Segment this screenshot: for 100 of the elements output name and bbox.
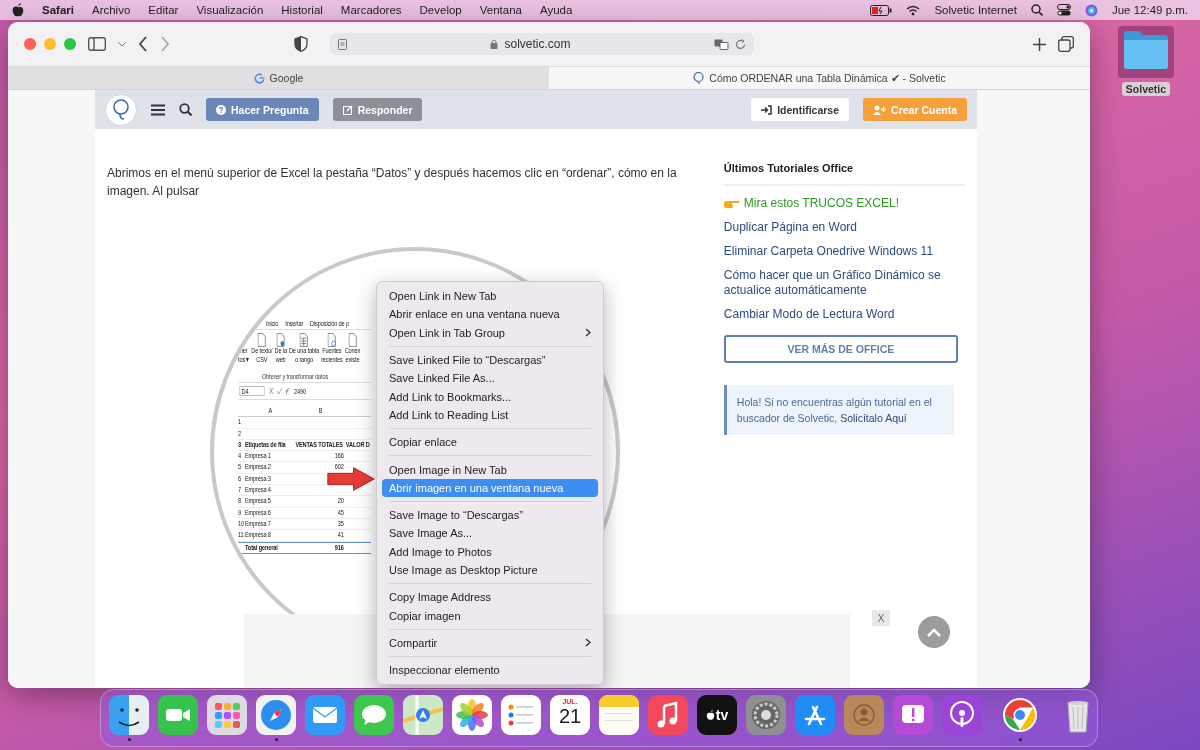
tab-overview-icon[interactable] <box>1058 36 1074 52</box>
request-link[interactable]: Solicítalo Aquí <box>840 412 907 424</box>
face-icon[interactable] <box>109 695 149 735</box>
login-button[interactable]: Identificarse <box>751 98 850 121</box>
reload-icon[interactable] <box>735 38 746 50</box>
ribbon-button[interactable]: De la web <box>274 333 287 372</box>
page-icon <box>338 38 347 50</box>
ribbon-button[interactable]: De una tabla o rango <box>288 333 320 372</box>
tutorial-link[interactable]: Cómo hacer que un Gráfico Dinámico se actualice automáticamente <box>723 268 965 298</box>
flower-icon[interactable] <box>452 695 492 735</box>
address-field[interactable]: solvetic.com <box>330 33 754 55</box>
table-cell: Etiquetas de fila <box>245 439 286 449</box>
menu-item[interactable]: Open Link in New Tab <box>382 287 598 306</box>
folder-icon[interactable] <box>1118 26 1174 78</box>
tutorial-link[interactable]: Eliminar Carpeta Onedrive Windows 11 <box>723 244 965 259</box>
ribbon-button[interactable]: Fuentes recientes <box>321 333 343 372</box>
more-button[interactable]: VER MÁS DE OFFICE <box>723 335 958 363</box>
exclamation-icon[interactable] <box>893 695 933 735</box>
compass-icon[interactable] <box>256 695 296 735</box>
toggles-icon[interactable] <box>1056 4 1071 16</box>
menu-item[interactable]: Inspeccionar elemento <box>382 661 598 680</box>
shield-icon[interactable] <box>294 36 308 52</box>
menu-item[interactable]: Copiar enlace <box>382 433 598 452</box>
speech-bubble-icon[interactable] <box>354 695 394 735</box>
close-button[interactable] <box>24 38 36 50</box>
menu-item[interactable]: Ayuda <box>540 4 573 16</box>
ribbon-button[interactable]: Conex existe <box>344 333 361 372</box>
menu-item[interactable]: Visualización <box>196 4 264 16</box>
menu-item[interactable]: Add Link to Reading List <box>382 405 598 425</box>
menu-item[interactable]: Open Image in New Tab <box>382 460 598 479</box>
app-grid-icon[interactable] <box>207 695 247 735</box>
battery-icon[interactable] <box>870 4 893 16</box>
menu-icon[interactable] <box>151 103 165 116</box>
music-note-icon[interactable] <box>648 695 688 735</box>
ribbon-tab[interactable]: Insertar <box>285 318 304 328</box>
ribbon-tab[interactable]: Inicio <box>266 318 279 328</box>
browser-icon[interactable] <box>1000 695 1040 735</box>
menu-item[interactable]: Marcadores <box>340 4 402 16</box>
menu-item[interactable]: Save Linked File to “Descargas” <box>382 350 598 370</box>
menu-item[interactable]: Add Link to Bookmarks... <box>382 387 598 406</box>
tutorial-link[interactable]: Duplicar Página en Word <box>723 220 965 235</box>
tutorial-link[interactable]: Mira estos TRUCOS EXCEL! <box>723 196 965 211</box>
video-camera-icon[interactable] <box>158 695 198 735</box>
row-number: 7 <box>238 485 241 495</box>
network-name[interactable]: Solvetic Internet <box>934 4 1017 16</box>
translate-icon[interactable] <box>714 38 729 50</box>
tv-icon[interactable]: tv <box>697 695 737 735</box>
search-icon[interactable] <box>179 103 192 116</box>
gear-icon[interactable] <box>746 695 786 735</box>
folder-label[interactable]: Solvetic <box>1121 82 1171 96</box>
table-cell: 45 <box>337 507 344 517</box>
menu-item[interactable]: Editar <box>148 4 179 16</box>
menu-item[interactable]: Archivo <box>91 4 131 16</box>
checklist-icon[interactable] <box>501 695 541 735</box>
menu-item[interactable]: Abrir enlace en una ventana nueva <box>382 305 598 324</box>
ask-button[interactable]: Hacer Pregunta <box>206 98 319 121</box>
menu-item[interactable]: Use Image as Desktop Picture <box>382 560 598 580</box>
ribbon-button[interactable]: De texto/ CSV <box>251 333 273 372</box>
table-icon <box>299 333 309 347</box>
site-logo[interactable] <box>105 93 137 126</box>
apple-logo-icon[interactable] <box>12 3 24 17</box>
sidebar-icon[interactable] <box>88 37 106 51</box>
formula-field[interactable]: 2490 <box>294 386 306 396</box>
app-store-icon[interactable] <box>795 695 835 735</box>
app-menu[interactable]: Safari <box>42 4 74 16</box>
menu-item[interactable]: Add Image to Photos <box>382 542 598 561</box>
map-icon[interactable] <box>403 695 443 735</box>
table-cell: Empresa 3 <box>245 473 271 483</box>
row-number: 8 <box>238 496 241 506</box>
plus-icon[interactable] <box>1033 37 1046 51</box>
browser-tab[interactable]: Google <box>8 67 549 89</box>
menu-item[interactable]: Ventana <box>479 4 522 16</box>
clock[interactable]: Jue 12:49 p.m. <box>1111 4 1188 16</box>
row-number: 10 <box>238 518 244 528</box>
close-ad-button[interactable]: X <box>872 610 890 626</box>
chevron-down-icon[interactable] <box>118 41 126 47</box>
name-box[interactable]: D4 <box>239 386 265 396</box>
back-icon[interactable] <box>138 36 148 52</box>
orb-icon[interactable] <box>1084 3 1098 17</box>
menu-item[interactable]: Historial <box>281 4 323 16</box>
article-paragraph: Abrimos en el menú superior de Excel la pestaña “Datos” y después hacemos clic en “ordenar”, cómo en la imagen. Al pulsar <box>107 165 678 200</box>
envelope-icon[interactable] <box>305 695 345 735</box>
notepad-icon[interactable] <box>599 695 639 735</box>
menu-item[interactable]: Develop <box>419 4 462 16</box>
tutorial-link[interactable]: Cambiar Modo de Lectura Word <box>723 307 965 322</box>
table-cell: Empresa 4 <box>245 485 271 495</box>
menu-item[interactable]: Copy Image Address <box>382 588 598 607</box>
menu-item[interactable]: Save Image to “Descargas” <box>382 505 598 525</box>
menu-item[interactable]: Save Linked File As... <box>382 369 598 388</box>
menu-item[interactable]: Compartir <box>382 633 598 653</box>
search-icon[interactable] <box>1030 4 1043 16</box>
wifi-icon[interactable] <box>906 4 921 16</box>
ribbon-tab[interactable]: Disposición de p <box>310 318 349 328</box>
podcast-icon[interactable] <box>942 695 982 735</box>
menu-item[interactable]: Save Image As... <box>382 524 598 543</box>
menu-item[interactable]: Copiar imagen <box>382 606 598 625</box>
chevron-right-icon <box>585 638 591 648</box>
g-logo-icon <box>253 72 265 84</box>
menu-item[interactable]: Open Link in Tab Group <box>382 323 598 342</box>
user-plus-icon <box>873 104 887 115</box>
